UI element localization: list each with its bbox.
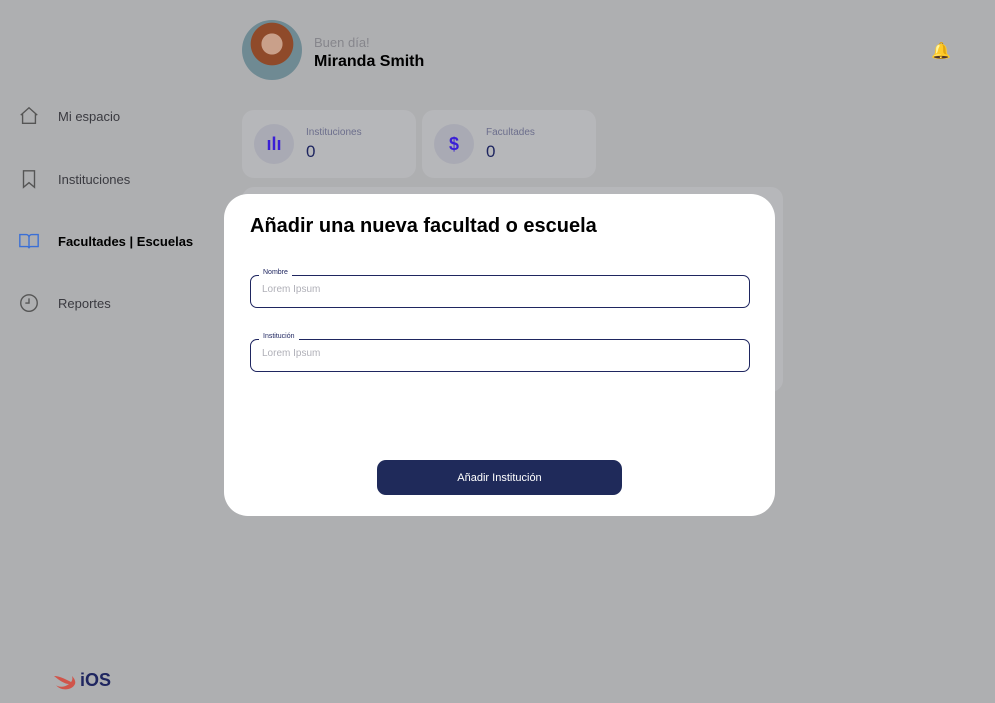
bar-chart-icon: ılı bbox=[254, 124, 294, 164]
institucion-field: Institución bbox=[250, 333, 750, 372]
bell-icon[interactable]: 🔔 bbox=[931, 41, 951, 61]
add-faculty-modal: Añadir una nueva facultad o escuela Nomb… bbox=[224, 194, 775, 516]
dollar-icon: $ bbox=[434, 124, 474, 164]
greeting: Buen día! bbox=[314, 35, 370, 50]
sidebar-item-mi-espacio[interactable]: Mi espacio bbox=[18, 105, 120, 127]
sidebar-item-label: Facultades | Escuelas bbox=[58, 233, 194, 249]
bookmark-icon bbox=[22, 170, 36, 189]
sidebar-item-label: Reportes bbox=[58, 295, 111, 311]
stat-value: 0 bbox=[486, 142, 496, 161]
field-label: Institución bbox=[259, 333, 299, 340]
add-institution-button[interactable]: Añadir Institución bbox=[377, 460, 622, 495]
stat-label: Instituciones bbox=[306, 127, 362, 138]
user-name: Miranda Smith bbox=[314, 53, 425, 70]
institucion-input[interactable] bbox=[262, 348, 732, 359]
stat-card-facultades: $ Facultades 0 bbox=[422, 110, 596, 178]
sidebar-item-reportes[interactable]: Reportes bbox=[18, 292, 111, 314]
swift-icon bbox=[54, 675, 76, 689]
modal-title: Añadir una nueva facultad o escuela bbox=[250, 215, 597, 237]
nombre-field: Nombre bbox=[250, 269, 750, 308]
nombre-input[interactable] bbox=[262, 284, 732, 295]
ios-lab-logo: iOS bbox=[54, 670, 111, 691]
stat-label: Facultades bbox=[486, 127, 535, 138]
sidebar-item-label: Instituciones bbox=[58, 171, 131, 187]
home-icon bbox=[20, 106, 38, 125]
stat-value: 0 bbox=[306, 142, 316, 161]
clock-icon bbox=[20, 294, 38, 312]
sidebar-item-label: Mi espacio bbox=[58, 108, 121, 124]
avatar[interactable] bbox=[242, 20, 302, 80]
field-label: Nombre bbox=[259, 269, 292, 276]
sidebar-item-facultades[interactable]: Facultades | Escuelas bbox=[18, 230, 193, 252]
stat-card-instituciones: ılı Instituciones 0 bbox=[242, 110, 416, 178]
sidebar-item-instituciones[interactable]: Instituciones bbox=[18, 168, 130, 190]
book-icon bbox=[19, 233, 39, 249]
